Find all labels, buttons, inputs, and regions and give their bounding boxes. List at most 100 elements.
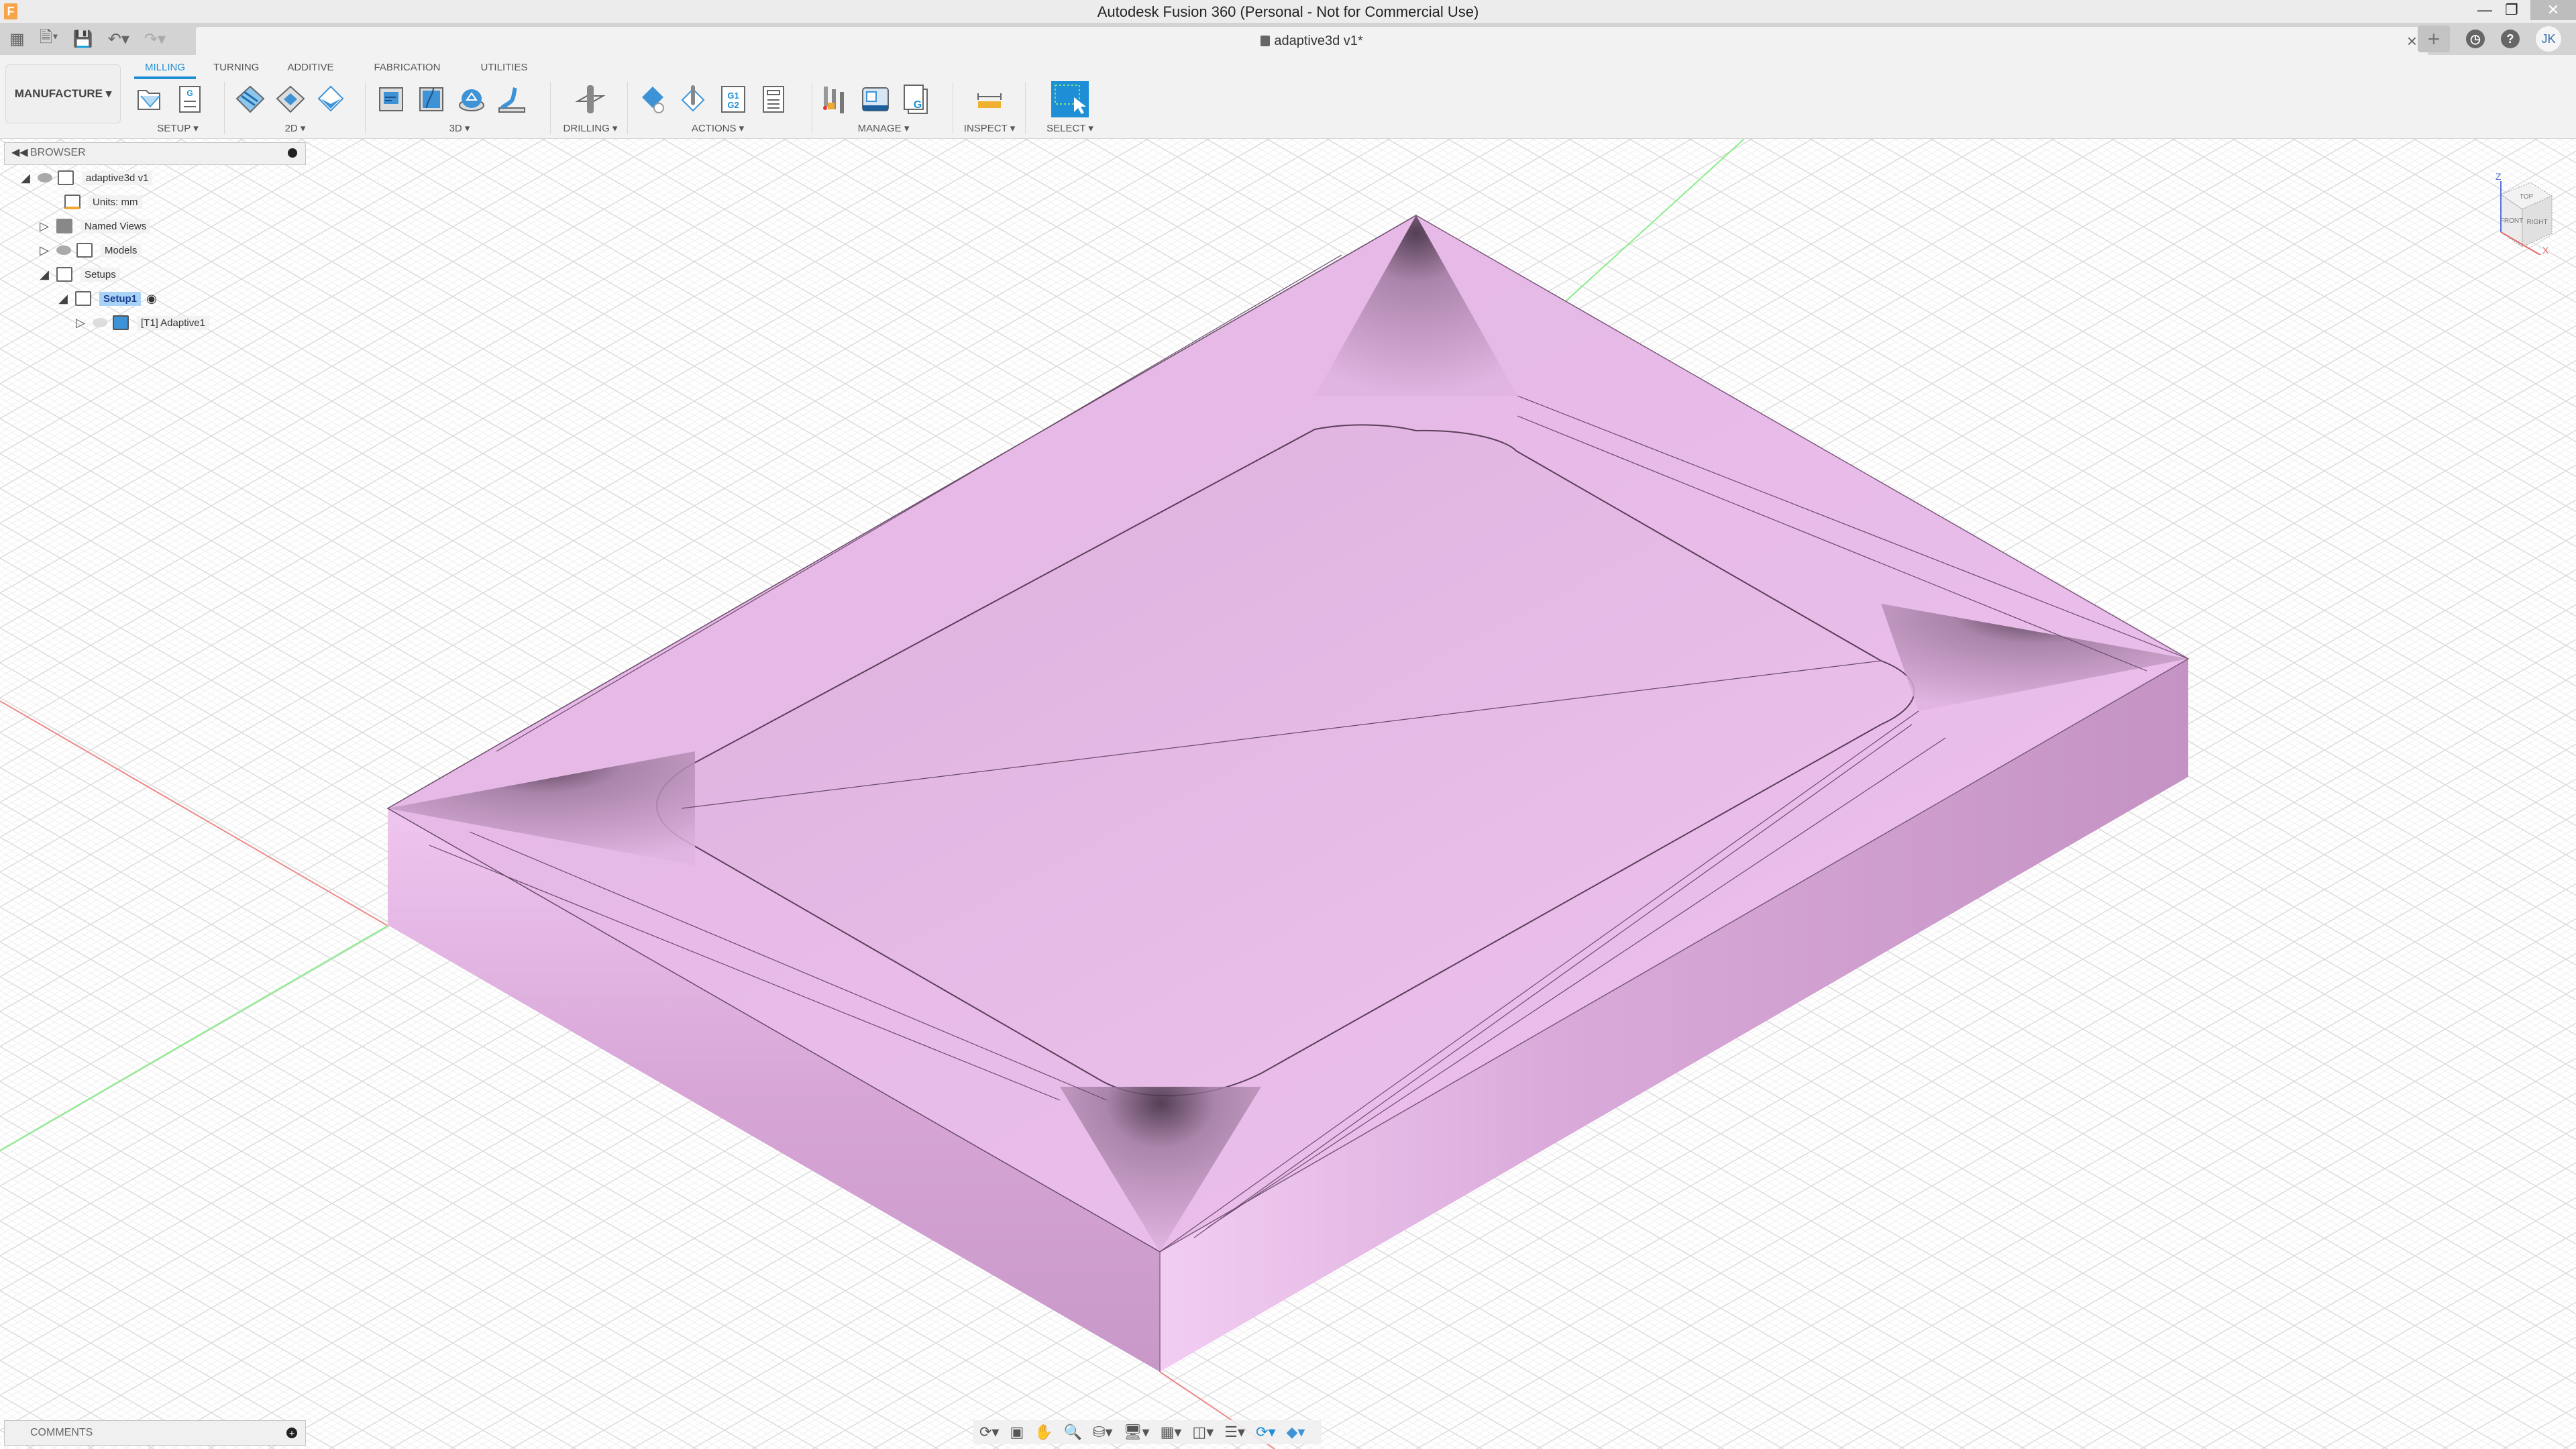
quick-access-toolbar: ▦ 🗎▾ 💾 ↶▾ ↷▾ [0,23,196,55]
expand-toggle-icon[interactable]: ▷ [38,244,51,258]
3d-adaptive-icon[interactable] [376,84,407,115]
svg-text:G1: G1 [727,91,739,101]
environment-icon[interactable]: ☰▾ [1224,1424,1245,1441]
apps-grid-icon[interactable]: ▦ [9,30,25,49]
separator [1025,82,1026,134]
inspect-group: INSPECT ▾ [959,82,1020,136]
measure-icon[interactable] [974,84,1005,115]
post-library-icon[interactable]: G [900,84,931,115]
close-tab-button[interactable]: × [2407,31,2417,52]
steep-shallow-icon[interactable] [456,84,487,115]
document-tab[interactable]: adaptive3d v1* × [196,27,2428,55]
new-tab-button[interactable]: + [2418,25,2450,52]
visibility-eye-icon[interactable] [38,173,52,182]
job-status-clock-icon[interactable]: ◷ [2466,30,2485,48]
inspect-group-label[interactable]: INSPECT ▾ [959,122,1020,134]
folder-icon [56,219,72,233]
2d-group-label[interactable]: 2D ▾ [235,122,356,134]
setup-group: G SETUP ▾ [134,82,221,136]
nc-program-icon[interactable]: G [174,84,205,115]
expand-toggle-icon[interactable]: ◢ [56,292,70,306]
part-icon [1260,36,1271,46]
pan-icon[interactable]: ✋ [1034,1424,1053,1441]
document-title: adaptive3d v1* [196,34,2428,49]
machine-library-icon[interactable] [860,84,891,115]
zoom-icon[interactable]: 🔍 [1064,1424,1082,1441]
select-group-label[interactable]: SELECT ▾ [1033,122,1107,134]
setup-sheet-icon[interactable] [758,84,789,115]
generate-icon[interactable] [678,84,708,115]
canvas-viewport[interactable] [0,139,2576,1449]
viewcube-x-label: X [2542,245,2549,255]
manage-group-label[interactable]: MANAGE ▾ [820,122,947,134]
setup-group-label[interactable]: SETUP ▾ [134,122,221,134]
collapse-browser-icon[interactable]: ◀◀ [11,146,28,159]
svg-text:G: G [914,99,922,111]
units-icon [64,195,80,209]
tree-node-label: Units: mm [89,195,142,209]
ribbon-tabs: MILLING TURNING ADDITIVE FABRICATION UTI… [134,60,538,79]
redo-button[interactable]: ↷▾ [144,30,166,49]
tree-node-label: [T1] Adaptive1 [137,315,209,330]
drill-icon[interactable] [575,84,606,115]
select-icon[interactable] [1051,81,1089,117]
tree-node-models[interactable]: ▷ Models [38,240,142,260]
hidden-eye-icon[interactable] [93,318,107,327]
tree-node-named-views[interactable]: ▷ Named Views [38,216,151,236]
fit-icon[interactable]: ⛁▾ [1093,1424,1112,1441]
grid-icon[interactable]: ▦▾ [1161,1424,1182,1441]
tool-library-icon[interactable] [820,84,851,115]
tree-node-label: Named Views [80,219,151,233]
close-window-button[interactable]: ✕ [2530,0,2576,20]
refresh-icon[interactable]: ⟳▾ [1256,1424,1275,1441]
simulate-icon[interactable] [637,84,668,115]
viewcube[interactable]: TOP FRONT RIGHT Z X [2469,161,2563,255]
undo-button[interactable]: ↶▾ [108,30,129,49]
document-tab-bar: ▦ 🗎▾ 💾 ↶▾ ↷▾ adaptive3d v1* × + ◷ ? JK [0,23,2576,55]
tab-milling[interactable]: MILLING [134,60,197,79]
2d-adaptive-icon[interactable] [235,84,266,115]
actions-group-label[interactable]: ACTIONS ▾ [637,122,798,134]
tree-node-root[interactable]: ◢ adaptive3d v1 [19,168,153,188]
drilling-group-label[interactable]: DRILLING ▾ [560,122,621,134]
expand-toggle-icon[interactable]: ▷ [74,316,87,330]
viewcube-top-label: TOP [2520,193,2534,201]
tree-node-setups[interactable]: ◢ Setups [38,264,120,284]
post-process-icon[interactable]: G1G2 [718,84,749,115]
tree-node-setup1[interactable]: ◢ Setup1 ◉ [56,288,157,309]
3d-group-label[interactable]: 3D ▾ [376,122,543,134]
tree-node-units[interactable]: Units: mm [59,192,142,212]
tab-turning[interactable]: TURNING [203,60,270,76]
browser-pin-icon[interactable] [288,148,297,158]
actions-group: G1 G2 ACTIONS ▾ [637,82,798,136]
tree-node-label: Setup1 [99,291,142,306]
3d-pocket-icon[interactable] [416,84,447,115]
save-icon[interactable]: 💾 [73,30,93,49]
workspace-switcher[interactable]: MANUFACTURE ▾ [5,64,121,123]
tree-node-adaptive1[interactable]: ▷ [T1] Adaptive1 [74,313,209,333]
tab-utilities[interactable]: UTILITIES [470,60,538,76]
active-setup-radio-icon[interactable]: ◉ [146,292,157,306]
scallop-icon[interactable] [496,84,527,115]
expand-toggle-icon[interactable]: ◢ [38,268,51,282]
display-settings-icon[interactable]: 🖥▾ [1124,1424,1150,1441]
close-icon: ✕ [2546,1,2560,18]
expand-toggle-icon[interactable]: ▷ [38,219,51,233]
face-icon[interactable] [315,84,346,115]
help-icon[interactable]: ? [2501,30,2520,48]
new-setup-icon[interactable] [134,84,165,115]
expand-toggle-icon[interactable]: ◢ [19,171,32,185]
tab-additive[interactable]: ADDITIVE [276,60,344,76]
restore-button[interactable]: ❐ [2490,0,2533,20]
file-menu-button[interactable]: 🗎▾ [40,25,58,53]
tab-fabrication[interactable]: FABRICATION [364,60,451,76]
orbit-icon[interactable]: ⟳▾ [979,1424,999,1441]
effects-icon[interactable]: ◆▾ [1287,1424,1305,1441]
visibility-eye-icon[interactable] [56,246,71,255]
viewports-icon[interactable]: ◫▾ [1192,1424,1214,1441]
tree-node-label: adaptive3d v1 [82,170,153,185]
2d-pocket-icon[interactable] [275,84,306,115]
look-at-icon[interactable]: ▣ [1010,1424,1024,1441]
user-avatar[interactable]: JK [2536,26,2561,52]
add-comment-icon[interactable]: + [286,1428,297,1438]
